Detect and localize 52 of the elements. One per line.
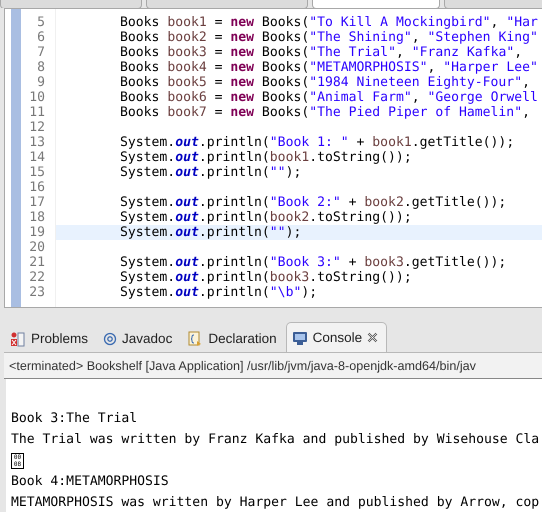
console-line: Book 4:METAMORPHOSIS [11, 473, 169, 491]
problems-icon [10, 330, 26, 346]
code-line: System.out.println(book3.toString()); [119, 270, 412, 285]
monitor-icon [292, 330, 308, 346]
line-number: 15 [29, 165, 46, 180]
line-number: 16 [29, 180, 46, 195]
view-tab[interactable]: Problems [4, 324, 98, 352]
line-number: 12 [29, 120, 46, 135]
editor-tab[interactable] [444, 0, 542, 8]
close-icon[interactable] [367, 332, 378, 343]
at-sign-icon [103, 332, 118, 346]
line-number: 22 [29, 270, 46, 285]
document-braces-icon [187, 330, 204, 346]
code-line: Books book4 = new Books("METAMORPHOSIS", "Harper Lee" [119, 60, 538, 75]
line-number: 14 [29, 150, 46, 165]
line-number: 6 [37, 30, 46, 45]
line-number: 19 [29, 225, 46, 240]
line-number: 7 [37, 45, 46, 60]
console-header: <terminated> Bookshelf [Java Application] /usr/lib/jvm/java-8-openjdk-amd64/bin/jav [8, 358, 476, 372]
line-number: 8 [37, 60, 46, 75]
code-line: System.out.println("\b"); [119, 285, 318, 300]
line-number: 18 [29, 210, 46, 225]
code-line: System.out.println("Book 1: " + book1.getTitle()); [119, 135, 514, 150]
view-tab[interactable]: Declaration [181, 324, 286, 352]
code-line: System.out.println("Book 2:" + book2.getTitle()); [119, 195, 506, 210]
view-tab[interactable]: Console [286, 322, 388, 352]
code-line: Books book5 = new Books("1984 Nineteen Eighty-Four", [119, 75, 530, 90]
line-number: 20 [29, 240, 46, 255]
line-number: 9 [37, 75, 46, 90]
editor-tab[interactable] [146, 0, 308, 8]
code-line: Books book7 = new Books("The Pied Piper of Hamelin", [119, 105, 530, 120]
code-line: Books book2 = new Books("The Shining", "Stephen King" [119, 30, 538, 45]
line-number: 5 [37, 15, 46, 30]
line-number: 23 [29, 285, 46, 300]
code-line: Books book1 = new Books("To Kill A Mockingbird", "Har [119, 15, 538, 30]
code-line: System.out.println("Book 3:" + book3.getTitle()); [119, 255, 506, 270]
code-line: Books book3 = new Books("The Trial", "Franz Kafka", [119, 45, 522, 60]
line-number: 21 [29, 255, 46, 270]
line-number: 17 [29, 195, 46, 210]
code-line: System.out.println(book2.toString()); [119, 210, 412, 225]
line-number: 11 [29, 105, 46, 120]
view-tab[interactable]: Javadoc [97, 324, 182, 352]
line-number: 13 [29, 135, 46, 150]
code-line: Books book6 = new Books("Animal Farm", "George Orwell [119, 90, 538, 105]
console-line: Book 3:The Trial [11, 410, 138, 428]
console-line: The Trial was written by Franz Kafka and published by Wisehouse Cla [11, 431, 540, 449]
editor-tab[interactable] [312, 0, 440, 8]
line-number: 10 [29, 90, 46, 105]
code-line: System.out.println(book1.toString()); [119, 150, 412, 165]
editor-tab[interactable] [0, 0, 142, 8]
code-line: System.out.println(""); [119, 165, 302, 180]
console-line: METAMORPHOSIS was written by Harper Lee and published by Arrow, cop [11, 494, 540, 512]
